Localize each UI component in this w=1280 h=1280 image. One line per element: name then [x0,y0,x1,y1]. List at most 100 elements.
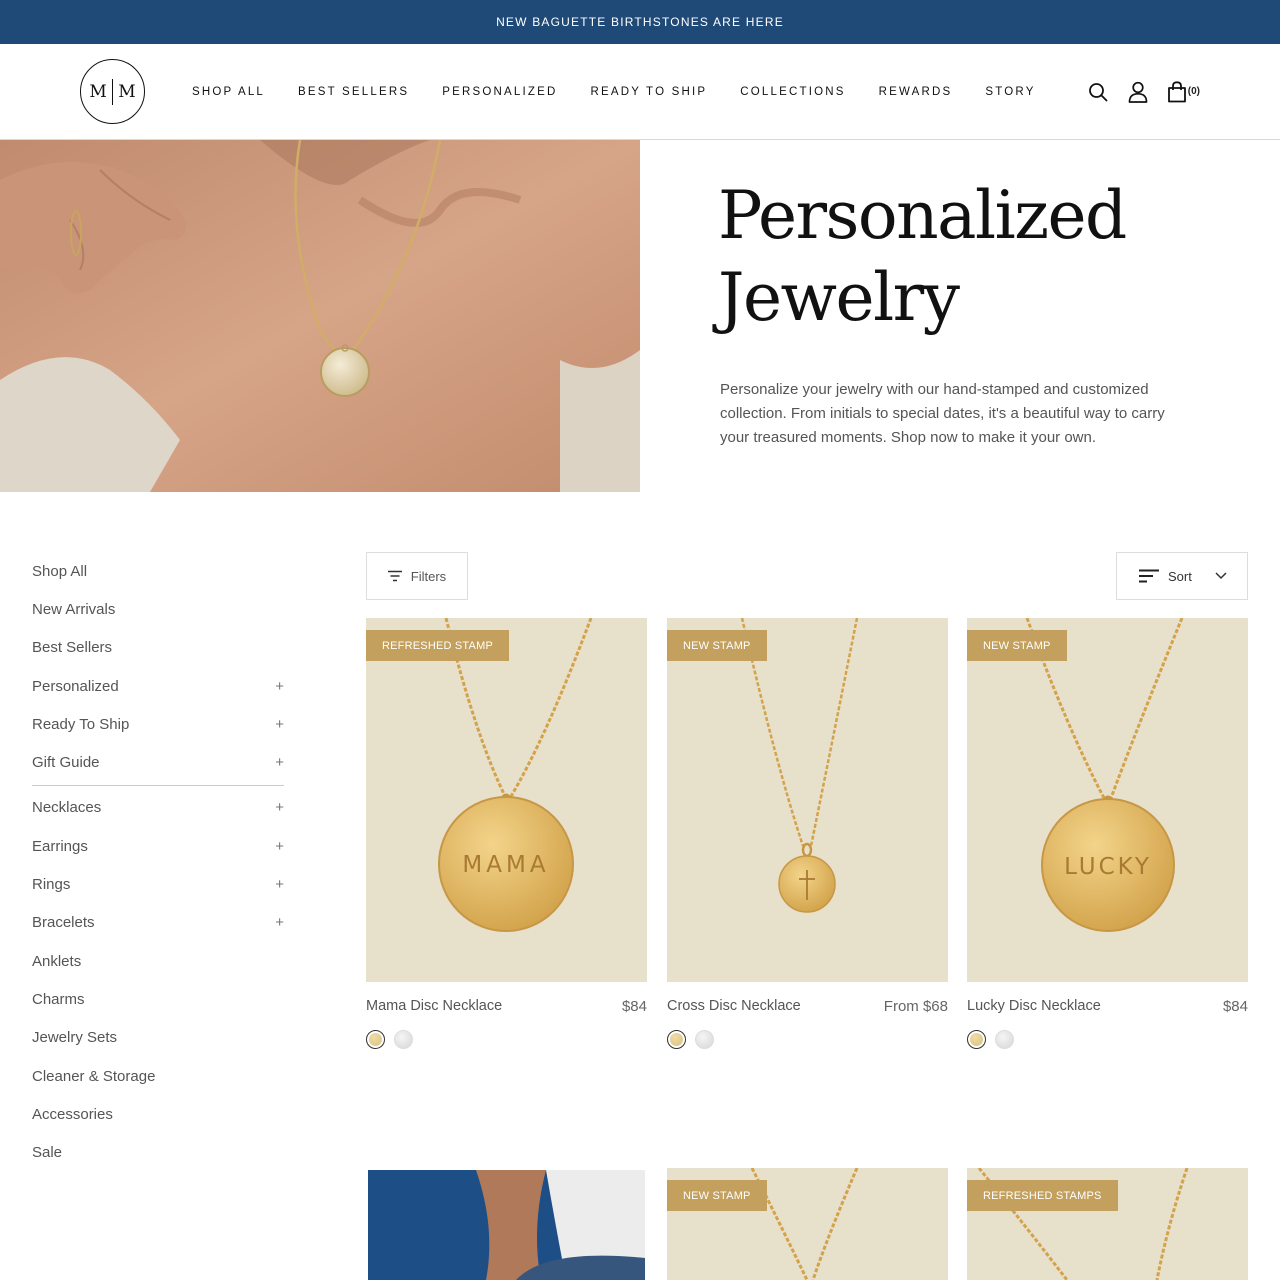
sidebar-item-label: Rings [32,876,71,894]
page-title-line2: Jewelry [718,259,960,336]
product-image[interactable]: REFRESHED STAMPS [967,1168,1248,1280]
bag-icon [1167,80,1186,102]
sidebar-item-cleaner-storage[interactable]: Cleaner & Storage [32,1057,284,1095]
svg-text:LUCKY: LUCKY [1064,854,1152,880]
nav-ready-to-ship[interactable]: READY TO SHIP [590,86,707,98]
swatch-silver[interactable] [995,1030,1014,1049]
sidebar-item-label: Gift Guide [32,754,100,772]
sidebar-item-personalized[interactable]: Personalized + [32,667,284,705]
chevron-down-icon [1215,572,1227,580]
sort-label: Sort [1168,568,1192,584]
sidebar-item-label: Jewelry Sets [32,1029,118,1047]
cart-count: (0) [1187,86,1200,97]
expand-icon[interactable]: + [275,799,284,816]
sidebar-item-bracelets[interactable]: Bracelets + [32,904,284,942]
nav-rewards[interactable]: REWARDS [879,86,953,98]
sidebar-item-label: Cleaner & Storage [32,1067,156,1085]
product-card-row2-1[interactable] [366,1168,647,1280]
nav-best-sellers[interactable]: BEST SELLERS [298,86,409,98]
nav-personalized[interactable]: PERSONALIZED [442,86,557,98]
account-icon[interactable] [1127,81,1149,103]
sidebar-item-new-arrivals[interactable]: New Arrivals [32,590,284,628]
sidebar-item-label: Personalized [32,677,119,695]
sidebar-item-anklets[interactable]: Anklets [32,942,284,980]
sidebar-item-best-sellers[interactable]: Best Sellers [32,629,284,667]
swatch-gold[interactable] [967,1030,986,1049]
product-badge: NEW STAMP [967,630,1067,661]
swatch-silver[interactable] [695,1030,714,1049]
swatch-gold[interactable] [667,1030,686,1049]
expand-icon[interactable]: + [275,838,284,855]
logo-letter-left: M [89,81,107,102]
color-swatches [967,1030,1248,1049]
sidebar-item-charms[interactable]: Charms [32,980,284,1018]
sidebar-item-label: Charms [32,990,85,1008]
sidebar-item-gift-guide[interactable]: Gift Guide + [32,743,284,781]
product-price: $84 [621,998,647,1015]
main-nav: SHOP ALL BEST SELLERS PERSONALIZED READY… [192,44,1069,139]
product-image[interactable]: NEW STAMP [667,618,948,982]
sidebar-item-necklaces[interactable]: Necklaces + [32,789,284,827]
logo-divider [111,78,114,105]
product-name[interactable]: Cross Disc Necklace [667,998,801,1015]
category-sidebar: Shop All New Arrivals Best Sellers Perso… [32,552,284,1172]
expand-icon[interactable]: + [275,876,284,893]
filter-icon [387,570,402,582]
brand-logo[interactable]: M M [80,59,145,124]
sort-dropdown[interactable]: Sort [1116,552,1248,600]
nav-story[interactable]: STORY [985,86,1035,98]
product-badge: NEW STAMP [667,1180,767,1211]
product-image[interactable]: MAMA REFRESHED STAMP [366,618,647,982]
site-header: M M SHOP ALL BEST SELLERS PERSONALIZED R… [0,44,1280,140]
sidebar-item-earrings[interactable]: Earrings + [32,827,284,865]
product-name[interactable]: Mama Disc Necklace [366,998,502,1015]
swatch-gold[interactable] [366,1030,385,1049]
expand-icon[interactable]: + [275,678,284,695]
page-description: Personalize your jewelry with our hand-s… [720,381,1165,446]
expand-icon[interactable]: + [275,754,284,771]
product-card-row2-2[interactable]: NEW STAMP [667,1168,948,1280]
product-badge: REFRESHED STAMP [366,630,509,661]
sidebar-item-label: Sale [32,1144,63,1162]
page-title: Personalized Jewelry [718,175,1127,339]
product-badge: REFRESHED STAMPS [967,1180,1118,1211]
search-icon[interactable] [1087,81,1109,103]
announcement-bar[interactable]: NEW BAGUETTE BIRTHSTONES ARE HERE [0,0,1280,44]
product-card-cross[interactable]: NEW STAMP Cross Disc Necklace From $68 [667,618,948,1049]
sidebar-item-rings[interactable]: Rings + [32,865,284,903]
product-price: $84 [1222,998,1248,1015]
cart-button[interactable]: (0) [1167,80,1200,103]
product-image[interactable]: NEW STAMP [667,1168,948,1280]
color-swatches [667,1030,948,1049]
sidebar-item-label: Ready To Ship [32,715,130,733]
sidebar-item-label: Best Sellers [32,639,113,657]
sidebar-item-ready-to-ship[interactable]: Ready To Ship + [32,705,284,743]
sidebar-item-label: Accessories [32,1105,113,1123]
sidebar-item-sale[interactable]: Sale [32,1133,284,1171]
sidebar-item-shop-all[interactable]: Shop All [32,552,284,590]
color-swatches [366,1030,647,1049]
sidebar-item-label: Necklaces [32,799,102,817]
product-image[interactable] [366,1168,647,1280]
sidebar-item-jewelry-sets[interactable]: Jewelry Sets [32,1019,284,1057]
logo-letter-right: M [118,81,136,102]
filters-button[interactable]: Filters [366,552,468,600]
product-price: From $68 [883,998,948,1015]
swatch-silver[interactable] [394,1030,413,1049]
expand-icon[interactable]: + [275,914,284,931]
sidebar-item-label: Earrings [32,837,88,855]
nav-shop-all[interactable]: SHOP ALL [192,86,265,98]
nav-collections[interactable]: COLLECTIONS [740,86,845,98]
sidebar-divider [32,784,284,786]
expand-icon[interactable]: + [275,716,284,733]
announcement-text[interactable]: NEW BAGUETTE BIRTHSTONES ARE HERE [496,15,784,29]
page-title-line1: Personalized [718,177,1127,254]
product-image[interactable]: LUCKY NEW STAMP [967,618,1248,982]
sidebar-item-accessories[interactable]: Accessories [32,1095,284,1133]
product-card-row2-3[interactable]: REFRESHED STAMPS [967,1168,1248,1280]
product-card-lucky[interactable]: LUCKY NEW STAMP Lucky Disc Necklace $84 [967,618,1248,1049]
product-name[interactable]: Lucky Disc Necklace [967,998,1101,1015]
product-card-mama[interactable]: MAMA REFRESHED STAMP Mama Disc Necklace … [366,618,647,1049]
hero-image [0,140,640,492]
sidebar-item-label: Anklets [32,952,82,970]
